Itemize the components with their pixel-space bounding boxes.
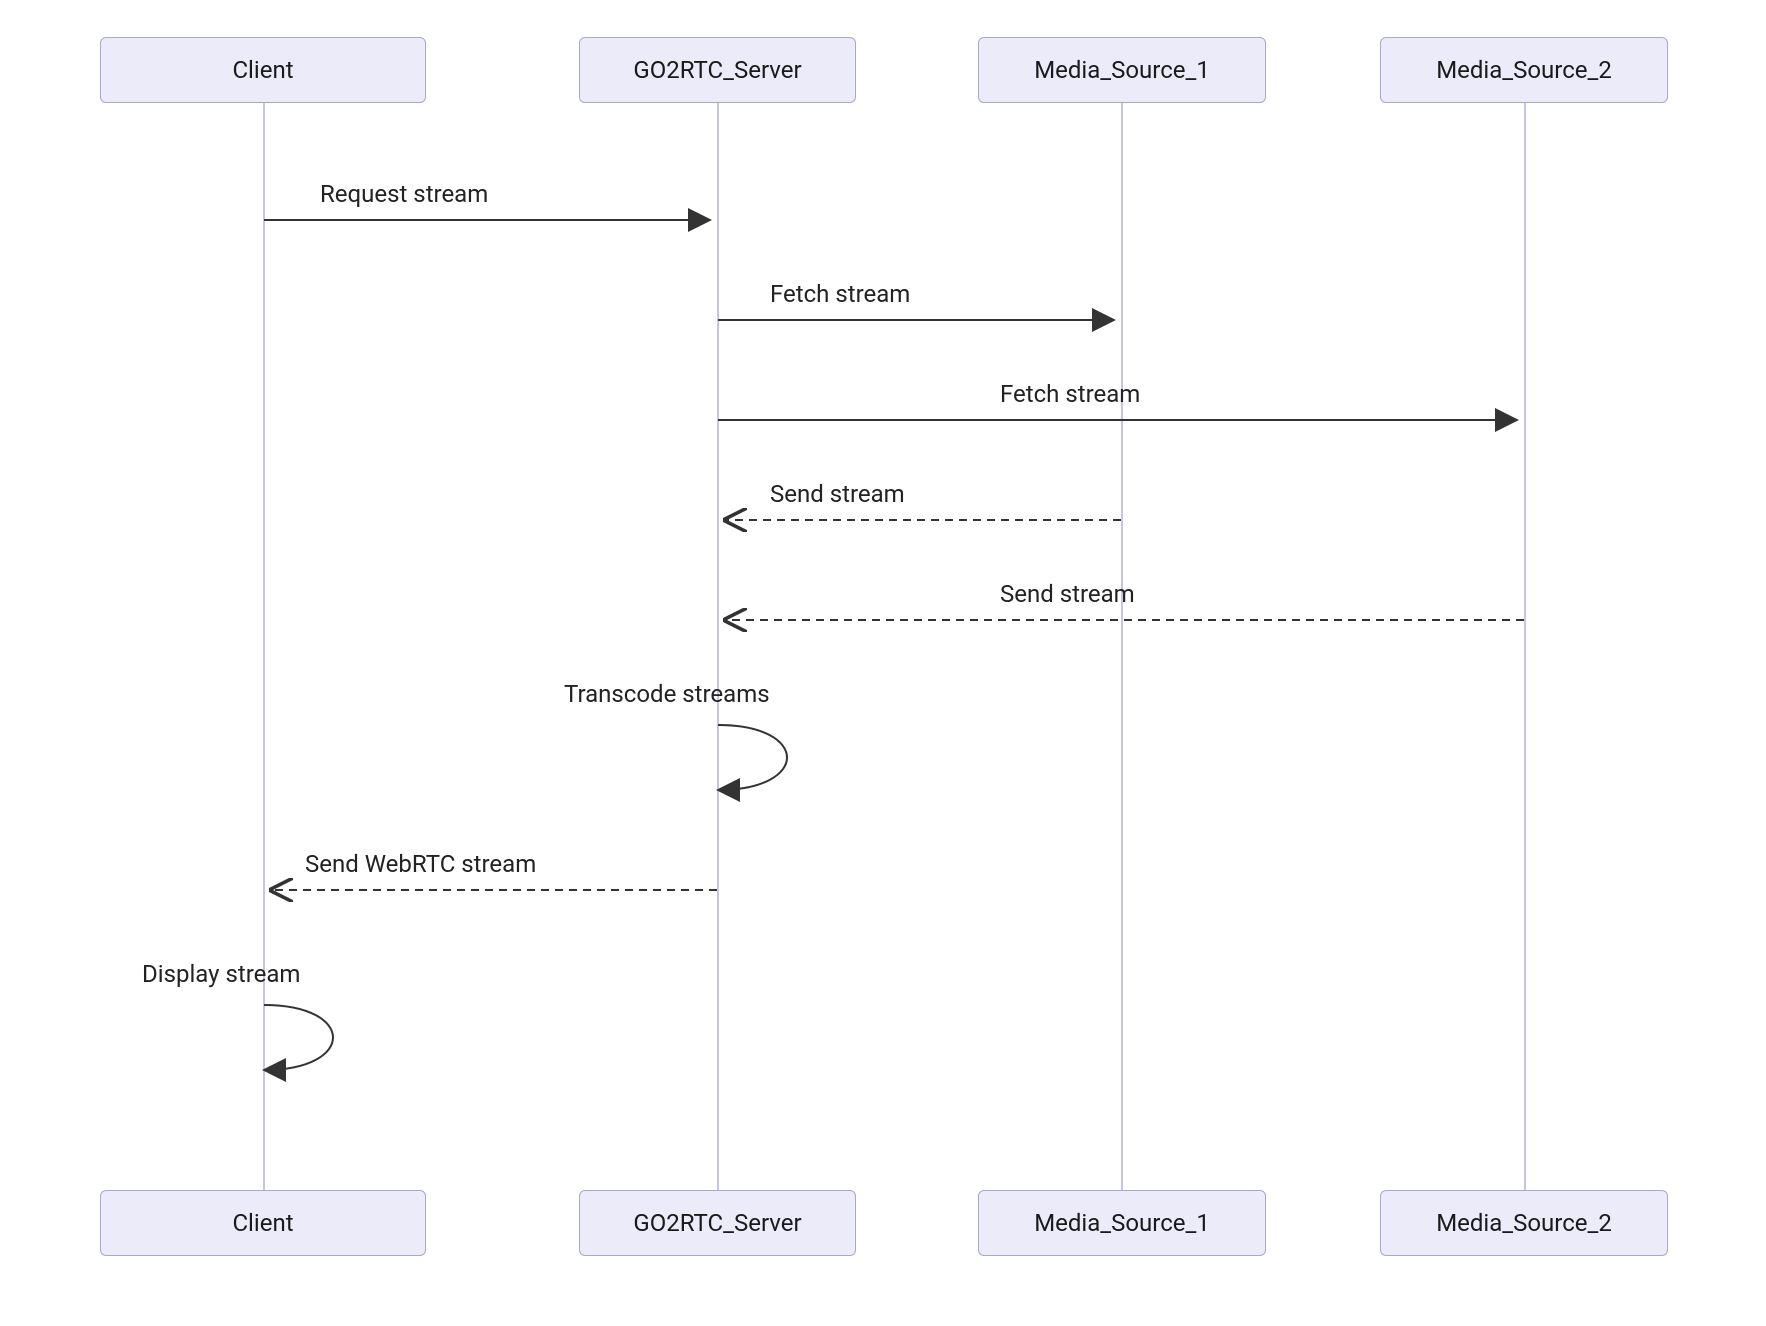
lifeline-ms2 — [1524, 100, 1526, 1190]
actor-server-bottom: GO2RTC_Server — [579, 1190, 856, 1256]
actor-ms2-top: Media_Source_2 — [1380, 37, 1668, 103]
actor-client-bottom: Client — [100, 1190, 426, 1256]
message-label: Send stream — [770, 480, 905, 508]
actor-ms1-top: Media_Source_1 — [978, 37, 1266, 103]
lifeline-client — [263, 100, 265, 1190]
actor-label: Media_Source_1 — [1034, 1209, 1210, 1237]
message-label: Transcode streams — [564, 680, 770, 708]
actor-label: Media_Source_1 — [1034, 56, 1210, 84]
actor-ms1-bottom: Media_Source_1 — [978, 1190, 1266, 1256]
message-label: Send WebRTC stream — [305, 850, 536, 878]
actor-server-top: GO2RTC_Server — [579, 37, 856, 103]
message-label: Send stream — [1000, 580, 1135, 608]
actor-label: Client — [232, 56, 293, 84]
message-label: Fetch stream — [1000, 380, 1140, 408]
lifeline-server — [717, 100, 719, 1190]
sequence-diagram: Client GO2RTC_Server Media_Source_1 Medi… — [0, 0, 1766, 1326]
actor-label: Client — [232, 1209, 293, 1237]
actor-label: GO2RTC_Server — [633, 1209, 801, 1237]
message-label: Fetch stream — [770, 280, 910, 308]
actor-ms2-bottom: Media_Source_2 — [1380, 1190, 1668, 1256]
actor-label: GO2RTC_Server — [633, 56, 801, 84]
message-label: Request stream — [320, 180, 488, 208]
actor-label: Media_Source_2 — [1436, 1209, 1612, 1237]
actor-label: Media_Source_2 — [1436, 56, 1612, 84]
message-label: Display stream — [142, 960, 300, 988]
actor-client-top: Client — [100, 37, 426, 103]
lifeline-ms1 — [1121, 100, 1123, 1190]
